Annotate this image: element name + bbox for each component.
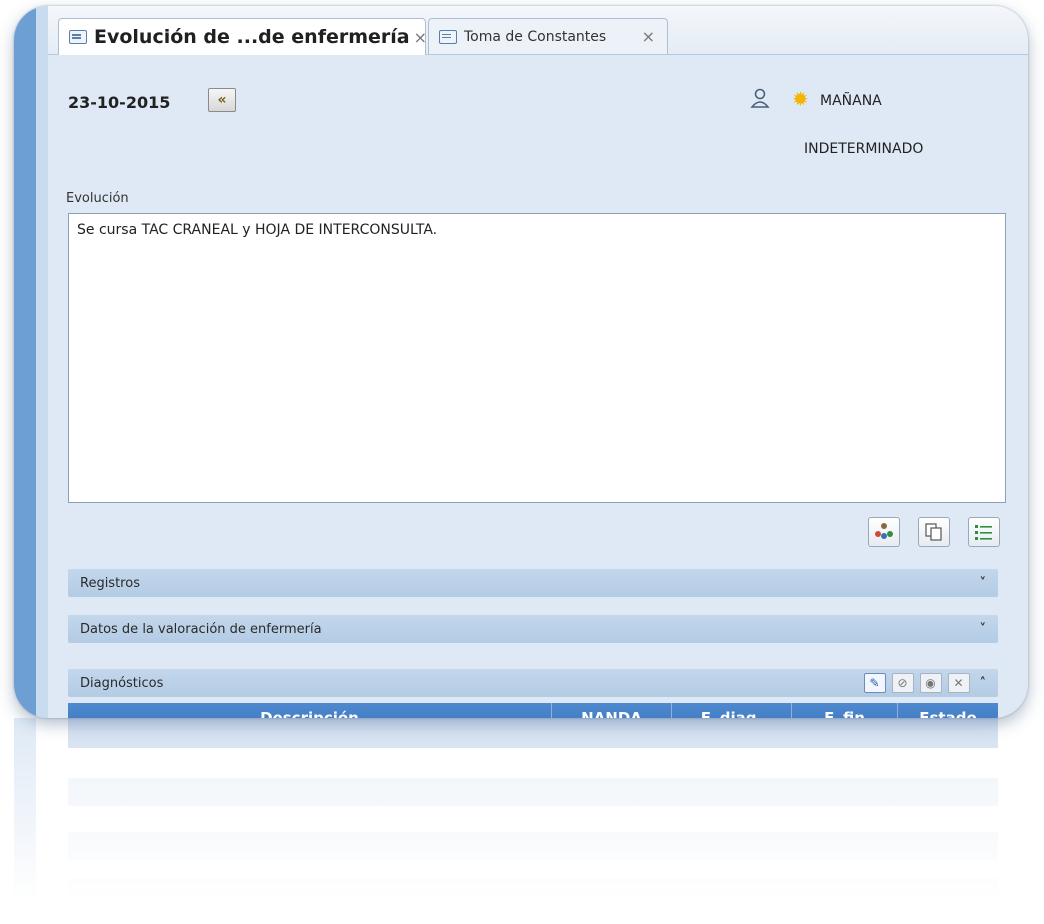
tab-label: Toma de Constantes bbox=[464, 28, 607, 45]
diagnosticos-toolbar: ✎ ⊘ ◉ ✕ ˄ bbox=[863, 673, 987, 693]
tab-document-icon bbox=[69, 30, 87, 44]
delete-icon[interactable]: ✕ bbox=[947, 673, 970, 693]
users-group-icon bbox=[875, 523, 893, 539]
column-nanda[interactable]: NANDA bbox=[552, 703, 672, 718]
section-registros[interactable]: Registros ˅ bbox=[68, 569, 998, 597]
copy-document-icon bbox=[925, 523, 942, 541]
section-datos-valoracion[interactable]: Datos de la valoración de enfermería ˅ bbox=[68, 615, 998, 643]
user-icon[interactable] bbox=[749, 87, 771, 109]
reflection-section bbox=[68, 878, 998, 906]
section-diagnosticos[interactable]: Diagnósticos ✎ ⊘ ◉ ✕ ˄ bbox=[68, 669, 998, 697]
section-label: Datos de la valoración de enfermería bbox=[80, 621, 322, 637]
section-label: Diagnósticos bbox=[80, 675, 164, 691]
tab-document-icon bbox=[439, 29, 457, 44]
chevron-down-icon[interactable]: ˅ bbox=[980, 622, 987, 637]
sun-icon: ✹ bbox=[792, 87, 809, 111]
shift-label: MAÑANA bbox=[820, 93, 882, 109]
evolution-textarea[interactable]: Se cursa TAC CRANEAL y HOJA DE INTERCONS… bbox=[68, 213, 1006, 503]
date-label: 23-10-2015 bbox=[68, 93, 171, 112]
evolution-label: Evolución bbox=[66, 191, 129, 206]
reflection-content bbox=[14, 718, 1028, 908]
reflection-rail bbox=[14, 718, 36, 908]
tab-label: Evolución de ...de enfermería bbox=[94, 26, 410, 48]
users-group-button[interactable] bbox=[868, 517, 900, 547]
reflection-section bbox=[68, 832, 998, 860]
section-label: Registros bbox=[80, 575, 140, 591]
column-descripcion[interactable]: Descripción bbox=[68, 703, 552, 718]
back-button[interactable]: « bbox=[208, 88, 236, 112]
reflection-section bbox=[68, 778, 998, 806]
list-button[interactable] bbox=[968, 517, 1000, 547]
edit-icon[interactable]: ✎ bbox=[863, 673, 886, 693]
tab-close-button[interactable]: × bbox=[638, 27, 659, 46]
column-f-diag[interactable]: F. diag. bbox=[672, 703, 792, 718]
chevron-up-icon[interactable]: ˄ bbox=[980, 676, 987, 691]
tab-toma-constantes[interactable]: Toma de Constantes × bbox=[428, 18, 668, 54]
list-icon bbox=[975, 525, 992, 540]
app-window: Evolución de ...de enfermería × Toma de … bbox=[14, 6, 1028, 718]
tab-strip: Evolución de ...de enfermería × Toma de … bbox=[48, 6, 1028, 55]
copy-document-button[interactable] bbox=[918, 517, 950, 547]
reflection-table-header bbox=[68, 718, 998, 748]
column-estado[interactable]: Estado bbox=[898, 703, 998, 718]
evolution-panel: 23-10-2015 « ✹ MAÑANA INDETERMINADO Evol… bbox=[48, 55, 1028, 718]
status-label: INDETERMINADO bbox=[804, 141, 924, 157]
left-rail bbox=[14, 6, 36, 718]
tab-evolucion[interactable]: Evolución de ...de enfermería × bbox=[58, 18, 427, 55]
back-arrow-icon: « bbox=[217, 92, 227, 108]
diagnosticos-table-header: Descripción NANDA F. diag. F. fin Estado bbox=[68, 703, 998, 718]
disable-icon[interactable]: ⊘ bbox=[891, 673, 914, 693]
record-icon[interactable]: ◉ bbox=[919, 673, 942, 693]
column-f-fin[interactable]: F. fin bbox=[792, 703, 898, 718]
chevron-down-icon[interactable]: ˅ bbox=[980, 576, 987, 591]
window-reflection bbox=[14, 718, 1028, 908]
